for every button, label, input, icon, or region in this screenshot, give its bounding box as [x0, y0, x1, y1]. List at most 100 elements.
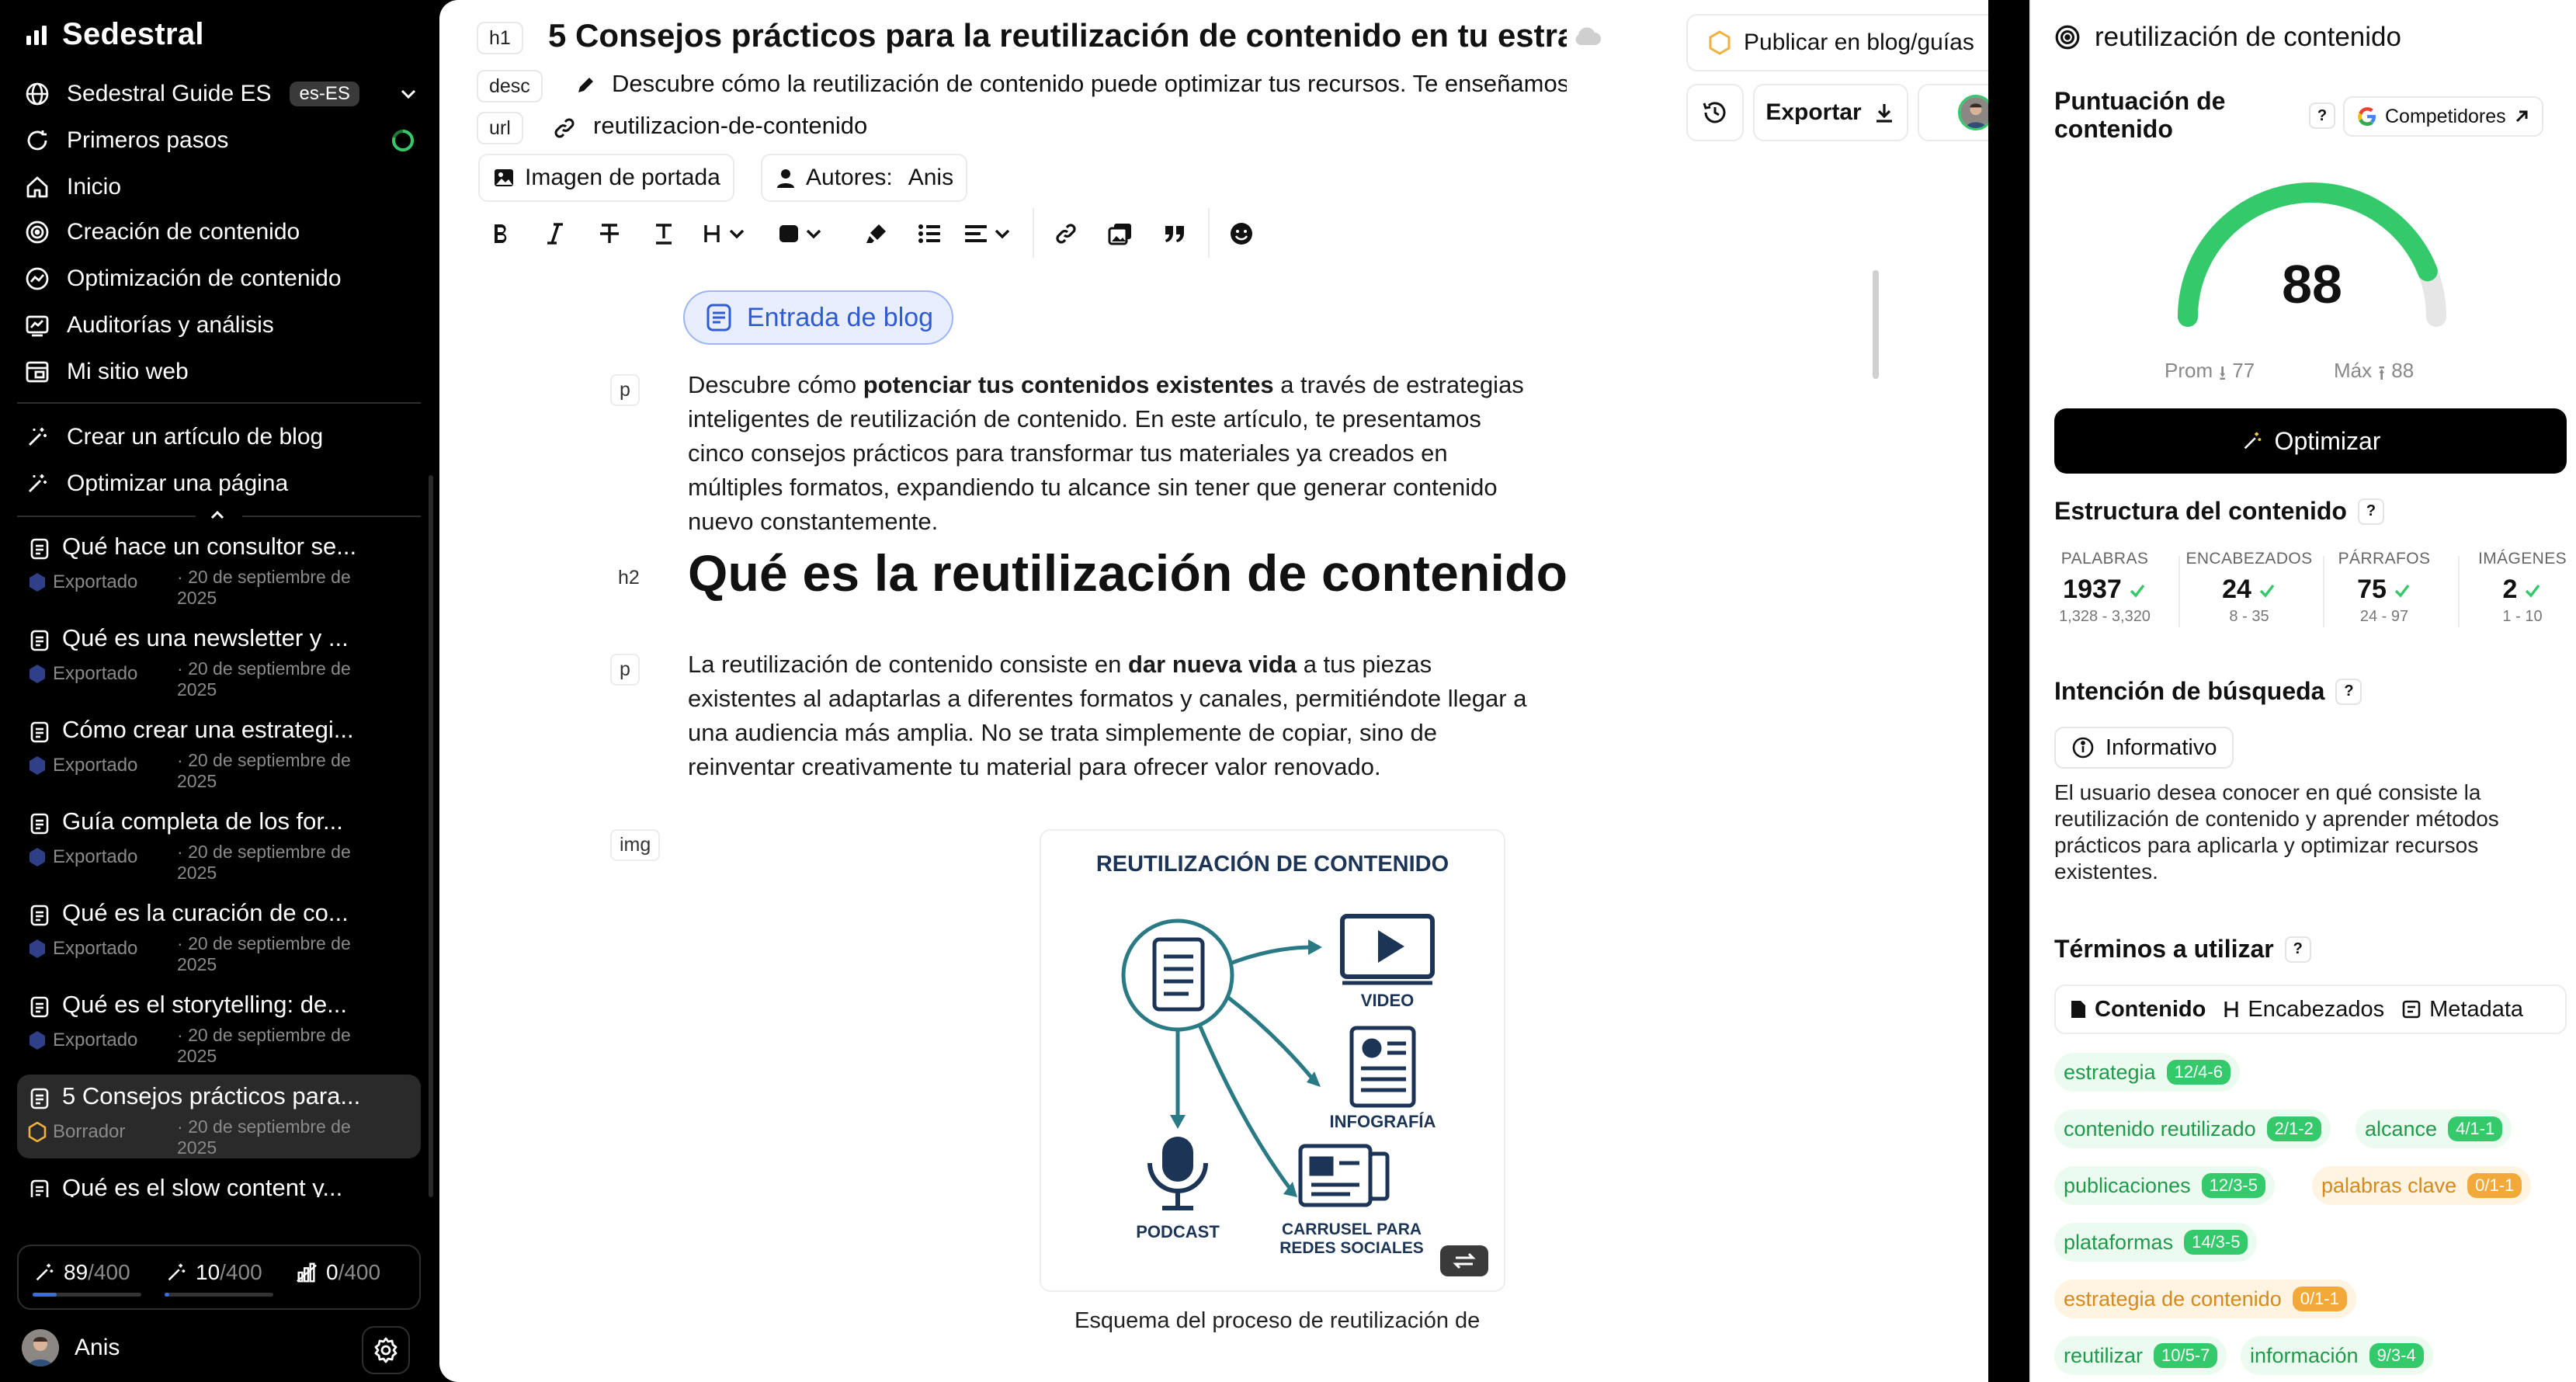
- export-label: Exportar: [1765, 99, 1862, 125]
- heading-icon: [704, 225, 745, 242]
- authors-button[interactable]: Autores: Anis: [761, 154, 968, 202]
- color-swatch-icon: [779, 225, 821, 242]
- publish-button[interactable]: Publicar en blog/guías: [1686, 14, 1988, 71]
- dot-separator: ·: [177, 658, 189, 679]
- action-crear-articulo[interactable]: Crear un artículo de blog: [23, 416, 419, 458]
- bar-chart-icon: [26, 25, 47, 45]
- avg-down-icon: ⭳: [2219, 361, 2227, 384]
- help-icon[interactable]: ?: [2284, 936, 2311, 963]
- tab-contenido[interactable]: Contenido: [2070, 997, 2206, 1023]
- swap-image-button[interactable]: [1440, 1245, 1488, 1276]
- image-caption[interactable]: Esquema del proceso de reutilización de: [1074, 1308, 1480, 1334]
- term-chip[interactable]: contenido reutilizado 2/1-2: [2054, 1109, 2331, 1148]
- term-chip[interactable]: reutilizar 10/5-7: [2054, 1336, 2227, 1375]
- quote-button[interactable]: [1155, 214, 1194, 253]
- heading-h2[interactable]: Qué es la reutilización de contenido: [688, 543, 1567, 602]
- chart-line-icon: [23, 265, 51, 293]
- terms-title: Términos a utilizar ?: [2054, 935, 2311, 964]
- tab-encabezados[interactable]: Encabezados: [2223, 997, 2384, 1023]
- competitors-button[interactable]: Competidores: [2343, 96, 2543, 137]
- label-infografia: INFOGRAFÍA: [1330, 1112, 1436, 1131]
- stat-range: 24 - 97: [2359, 608, 2409, 625]
- term-chip[interactable]: plataformas 14/3-5: [2054, 1223, 2258, 1262]
- term-count: 0/1-1: [2292, 1287, 2347, 1311]
- term-chip[interactable]: estrategia de contenido 0/1-1: [2054, 1280, 2356, 1318]
- document-title: 5 Consejos prácticos para...: [62, 1082, 361, 1109]
- nav-creacion-contenido[interactable]: Creación de contenido: [23, 211, 419, 253]
- term-chip[interactable]: palabras clave 0/1-1: [2312, 1166, 2532, 1205]
- url-input[interactable]: reutilizacion-de-contenido: [593, 112, 1214, 140]
- link-button[interactable]: [1047, 214, 1085, 253]
- nav-label: Mi sitio web: [67, 359, 189, 384]
- nav-auditorias[interactable]: Auditorías y análisis: [23, 304, 419, 346]
- help-icon[interactable]: ?: [2357, 498, 2384, 525]
- dot-separator: ·: [177, 567, 189, 587]
- nav-mi-sitio-web[interactable]: Mi sitio web: [23, 351, 419, 393]
- paragraph-intro[interactable]: Descubre cómo potenciar tus contenidos e…: [688, 368, 1531, 539]
- description-input[interactable]: Descubre cómo la reutilización de conten…: [612, 70, 1567, 98]
- underline-button[interactable]: [644, 214, 683, 253]
- document-item[interactable]: Qué es una newsletter y ... Exportado · 20…: [17, 616, 421, 700]
- sidebar-scrollbar[interactable]: [429, 475, 433, 1197]
- collaborators-button[interactable]: [1918, 84, 1988, 141]
- settings-button[interactable]: [362, 1326, 410, 1374]
- brand[interactable]: Sedestral: [25, 17, 204, 52]
- user-profile[interactable]: Anis: [22, 1329, 120, 1366]
- score-title-line-2: contenido: [2054, 115, 2173, 143]
- document-title: Cómo crear una estrategi...: [62, 716, 354, 743]
- bold-button[interactable]: [481, 214, 520, 253]
- paragraph-definition[interactable]: La reutilización de contenido consiste e…: [688, 648, 1531, 784]
- nav-primeros-pasos[interactable]: Primeros pasos: [23, 120, 419, 161]
- italic-button[interactable]: [536, 214, 575, 253]
- usage-audits: 0/400: [295, 1260, 380, 1285]
- term-chip[interactable]: publicaciones 12/3-5: [2054, 1166, 2275, 1205]
- help-icon[interactable]: ?: [2335, 678, 2362, 705]
- term-chip[interactable]: información 9/3-4: [2241, 1336, 2433, 1375]
- heading-dropdown[interactable]: [699, 214, 753, 253]
- color-dropdown[interactable]: [776, 214, 831, 253]
- help-icon[interactable]: ?: [2309, 102, 2335, 129]
- document-item[interactable]: Qué hace un consultor se... Exportado · 20…: [17, 525, 421, 609]
- optimize-button[interactable]: Optimizar: [2054, 408, 2567, 474]
- document-item[interactable]: Qué es la curación de co... Exportado · 20…: [17, 891, 421, 975]
- document-item[interactable]: Qué es el storytelling: de... Exportado · …: [17, 983, 421, 1067]
- block-tag-img[interactable]: img: [610, 829, 661, 861]
- workspace-selector[interactable]: Sedestral Guide ES es-ES: [23, 73, 419, 115]
- editor-scrollbar-thumb[interactable]: [1873, 270, 1879, 379]
- bullet-list-button[interactable]: [910, 214, 949, 253]
- block-tag-p[interactable]: p: [610, 654, 640, 686]
- export-button[interactable]: Exportar: [1753, 84, 1908, 141]
- dot-separator: ·: [177, 933, 189, 953]
- document-item[interactable]: 5 Consejos prácticos para... Borrador · 20…: [17, 1075, 421, 1158]
- block-tag-p[interactable]: p: [610, 374, 640, 406]
- document-status-label: Borrador: [53, 1121, 126, 1142]
- usage-fill: [165, 1293, 169, 1297]
- nav-inicio[interactable]: Inicio: [23, 166, 419, 208]
- avg-value: 77: [2232, 359, 2255, 382]
- central-document-icon: [1152, 937, 1205, 1012]
- align-dropdown[interactable]: [961, 214, 1020, 253]
- document-title: Qué hace un consultor se...: [62, 533, 357, 560]
- toolbar-divider: [1033, 208, 1034, 258]
- insert-image-button[interactable]: [1101, 214, 1140, 253]
- tab-metadata[interactable]: Metadata: [2401, 997, 2523, 1023]
- strikethrough-button[interactable]: [590, 214, 629, 253]
- term-chip[interactable]: alcance 4/1-1: [2356, 1109, 2512, 1148]
- nav-optimizacion-contenido[interactable]: Optimización de contenido: [23, 258, 419, 300]
- block-tag-h2[interactable]: h2: [610, 564, 647, 592]
- document-item[interactable]: Qué es el slow content y...: [17, 1166, 421, 1197]
- post-type-badge[interactable]: Entrada de blog: [683, 290, 954, 345]
- term-chip[interactable]: estrategia 12/4-6: [2054, 1053, 2240, 1092]
- term-word: contenido reutilizado: [2064, 1116, 2256, 1141]
- term-count: 12/4-6: [2166, 1060, 2231, 1085]
- content-image[interactable]: REUTILIZACIÓN DE CONTENIDO VIDEO INFOGRA…: [1040, 829, 1505, 1292]
- keyword-header[interactable]: reutilización de contenido: [2054, 22, 2401, 53]
- cover-image-button[interactable]: Imagen de portada: [478, 154, 734, 202]
- history-button[interactable]: [1686, 84, 1744, 141]
- document-item[interactable]: Guía completa de los for... Exportado · 20…: [17, 800, 421, 884]
- highlight-button[interactable]: [857, 214, 896, 253]
- emoji-button[interactable]: [1222, 214, 1261, 253]
- document-item[interactable]: Cómo crear una estrategi... Exportado · 20…: [17, 708, 421, 792]
- title-input[interactable]: 5 Consejos prácticos para la reutilizaci…: [548, 17, 1567, 54]
- action-optimizar-pagina[interactable]: Optimizar una página: [23, 463, 419, 505]
